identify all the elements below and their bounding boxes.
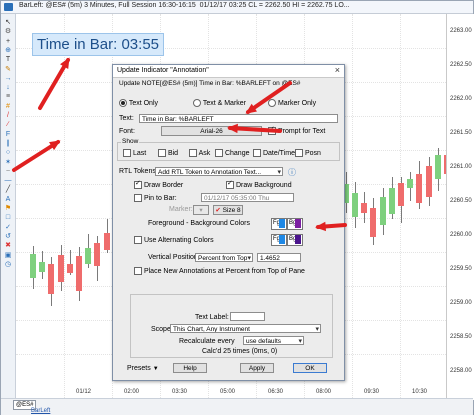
callout-arrows: [12, 57, 347, 232]
arrow-to-toolbar: [12, 140, 61, 172]
arrow-to-text-field: [245, 81, 292, 114]
arrow-to-font-button: [227, 123, 282, 134]
arrow-to-colors: [315, 221, 347, 232]
arrow-to-annotation: [38, 57, 70, 110]
